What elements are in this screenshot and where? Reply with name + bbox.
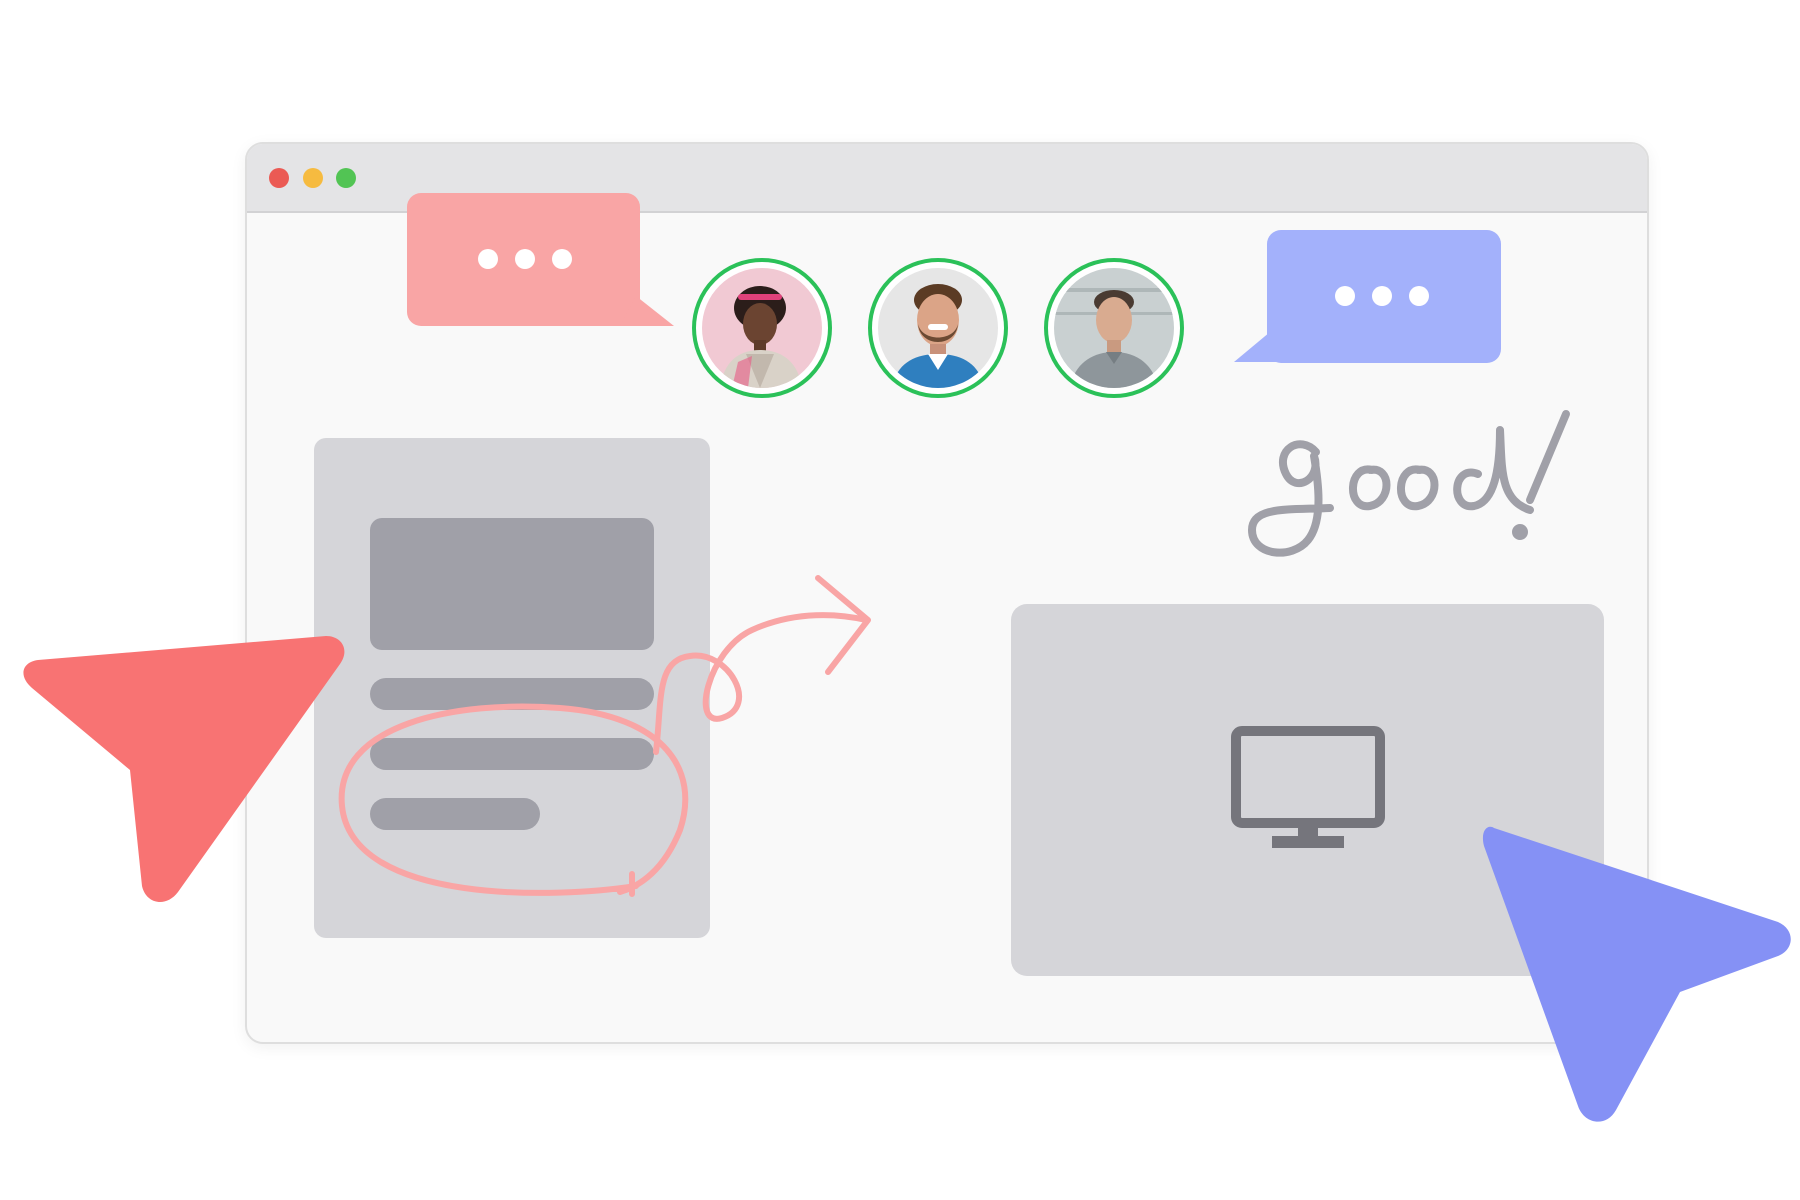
canvas (0, 0, 1800, 1200)
chat-bubble-right[interactable] (1234, 230, 1501, 363)
document-card[interactable] (314, 438, 710, 938)
avatar-collaborator-2[interactable] (868, 258, 1008, 398)
close-window-button[interactable] (269, 168, 289, 188)
typing-dots-icon (1335, 286, 1429, 306)
chat-bubble-left[interactable] (407, 193, 674, 326)
typing-dots-icon (478, 249, 572, 269)
avatar-collaborator-1[interactable] (692, 258, 832, 398)
avatar-collaborator-3[interactable] (1044, 258, 1184, 398)
user-photo-man-smiling-icon (878, 268, 998, 388)
image-placeholder (370, 518, 654, 650)
text-line-placeholder (370, 738, 654, 770)
maximize-window-button[interactable] (336, 168, 356, 188)
user-photo-woman-icon (702, 268, 822, 388)
text-line-placeholder (370, 798, 540, 830)
minimize-window-button[interactable] (303, 168, 323, 188)
user-photo-man-icon (1054, 268, 1174, 388)
monitor-icon (1231, 726, 1385, 848)
